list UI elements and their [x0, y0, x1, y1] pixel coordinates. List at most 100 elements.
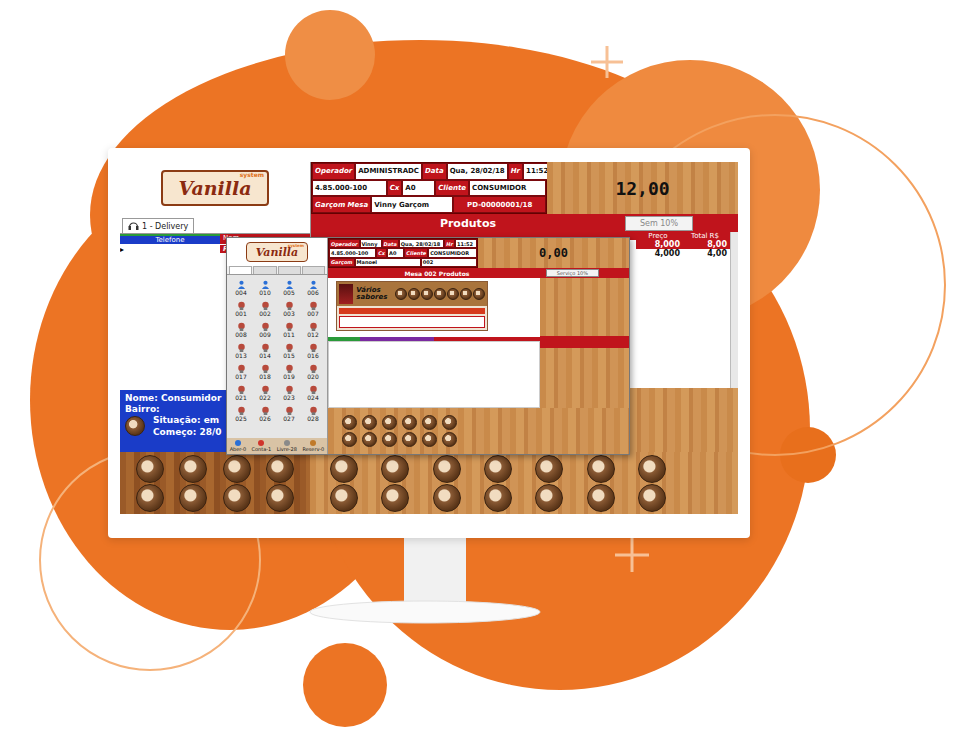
- right-actions: [310, 452, 738, 514]
- action-button[interactable]: [433, 484, 461, 512]
- dialog-button[interactable]: [447, 288, 459, 300]
- table-tile[interactable]: 007: [301, 298, 325, 319]
- table-tile[interactable]: 025: [229, 403, 253, 424]
- table-tile[interactable]: 015: [277, 340, 301, 361]
- legend-item: Aber-0: [230, 440, 246, 452]
- table-tile[interactable]: 027: [277, 403, 301, 424]
- flavors-dialog: Vários sabores: [336, 281, 488, 331]
- tables-grid: 004 010 005 006 001 002 003 007 008 009 …: [227, 275, 327, 438]
- table-tile[interactable]: 011: [277, 319, 301, 340]
- action-button[interactable]: [433, 455, 461, 483]
- action-button[interactable]: [381, 484, 409, 512]
- action-button[interactable]: [381, 455, 409, 483]
- tab[interactable]: [253, 266, 276, 274]
- dialog-button[interactable]: [421, 288, 433, 300]
- products-bar: Produtos Sem 10%: [311, 214, 738, 232]
- table-tile[interactable]: 023: [277, 382, 301, 403]
- action-button[interactable]: [362, 415, 377, 430]
- action-button[interactable]: [638, 455, 666, 483]
- table-tile[interactable]: 012: [301, 319, 325, 340]
- dialog-button[interactable]: [434, 288, 446, 300]
- info-cell: 4.85.000-100: [312, 180, 387, 197]
- chair-icon: [261, 385, 270, 394]
- info-cell: A0: [402, 180, 435, 197]
- scrollbar[interactable]: [730, 232, 738, 388]
- action-button[interactable]: [402, 432, 417, 447]
- table-tile[interactable]: 006: [301, 277, 325, 298]
- action-button[interactable]: [266, 484, 294, 512]
- action-button[interactable]: [330, 455, 358, 483]
- table-tile[interactable]: 020: [301, 361, 325, 382]
- chair-icon: [237, 406, 246, 415]
- info-cell: PD-00000001/18: [453, 196, 546, 213]
- action-button[interactable]: [422, 432, 437, 447]
- table-tile[interactable]: 019: [277, 361, 301, 382]
- table-tile[interactable]: 004: [229, 277, 253, 298]
- dialog-button[interactable]: [408, 288, 420, 300]
- dialog-button[interactable]: [460, 288, 472, 300]
- action-button[interactable]: [422, 415, 437, 430]
- action-button[interactable]: [535, 455, 563, 483]
- action-button[interactable]: [484, 484, 512, 512]
- table-tile[interactable]: 002: [253, 298, 277, 319]
- info-cell: Garçom: [329, 258, 355, 267]
- table-tile[interactable]: 017: [229, 361, 253, 382]
- info-cell: ADMINISTRADC: [355, 163, 422, 180]
- tab[interactable]: [229, 266, 252, 274]
- action-button[interactable]: [179, 484, 207, 512]
- info-cell: Cliente: [404, 248, 428, 257]
- info-cell: Vinny Garçom: [371, 196, 453, 213]
- action-button[interactable]: [442, 415, 457, 430]
- product-photo: [339, 284, 353, 304]
- table-tile[interactable]: 005: [277, 277, 301, 298]
- service-toggle[interactable]: Sem 10%: [625, 216, 693, 231]
- action-button[interactable]: [362, 432, 377, 447]
- action-button[interactable]: [223, 484, 251, 512]
- table-tile[interactable]: 026: [253, 403, 277, 424]
- action-button[interactable]: [382, 415, 397, 430]
- column-header: Preço: [636, 232, 683, 240]
- table-tile[interactable]: 024: [301, 382, 325, 403]
- table-tile[interactable]: 009: [253, 319, 277, 340]
- table-tile[interactable]: 008: [229, 319, 253, 340]
- table-tile[interactable]: 013: [229, 340, 253, 361]
- dialog-button[interactable]: [473, 288, 485, 300]
- delivery-tab[interactable]: 1 - Delivery: [122, 218, 194, 233]
- action-button[interactable]: [442, 432, 457, 447]
- table-tile[interactable]: 018: [253, 361, 277, 382]
- action-button[interactable]: [179, 455, 207, 483]
- table-tile[interactable]: 022: [253, 382, 277, 403]
- action-button[interactable]: [587, 484, 615, 512]
- table-tile[interactable]: 028: [301, 403, 325, 424]
- action-button[interactable]: [484, 455, 512, 483]
- tab[interactable]: [278, 266, 301, 274]
- table-tile[interactable]: 021: [229, 382, 253, 403]
- chair-icon: [285, 301, 294, 310]
- table-tile[interactable]: 016: [301, 340, 325, 361]
- chair-icon: [285, 343, 294, 352]
- action-button[interactable]: [330, 484, 358, 512]
- action-button[interactable]: [638, 484, 666, 512]
- action-button[interactable]: [342, 415, 357, 430]
- action-button[interactable]: [342, 432, 357, 447]
- table-tile[interactable]: 001: [229, 298, 253, 319]
- table-tile[interactable]: 003: [277, 298, 301, 319]
- tab[interactable]: [302, 266, 325, 274]
- action-button[interactable]: [266, 455, 294, 483]
- action-button[interactable]: [382, 432, 397, 447]
- info-cell: A0: [387, 248, 404, 257]
- action-button[interactable]: [587, 455, 615, 483]
- action-button[interactable]: [223, 455, 251, 483]
- table-tile[interactable]: 010: [253, 277, 277, 298]
- chair-icon: [285, 385, 294, 394]
- dialog-button[interactable]: [395, 288, 407, 300]
- action-button[interactable]: [136, 484, 164, 512]
- chair-icon: [309, 385, 318, 394]
- logo: Vanilla system: [246, 242, 308, 262]
- table-tile[interactable]: 014: [253, 340, 277, 361]
- action-button[interactable]: [136, 455, 164, 483]
- service-toggle[interactable]: Serviço 10%: [546, 269, 599, 277]
- action-button[interactable]: [402, 415, 417, 430]
- legend-item: Livre-28: [277, 440, 297, 452]
- action-button[interactable]: [535, 484, 563, 512]
